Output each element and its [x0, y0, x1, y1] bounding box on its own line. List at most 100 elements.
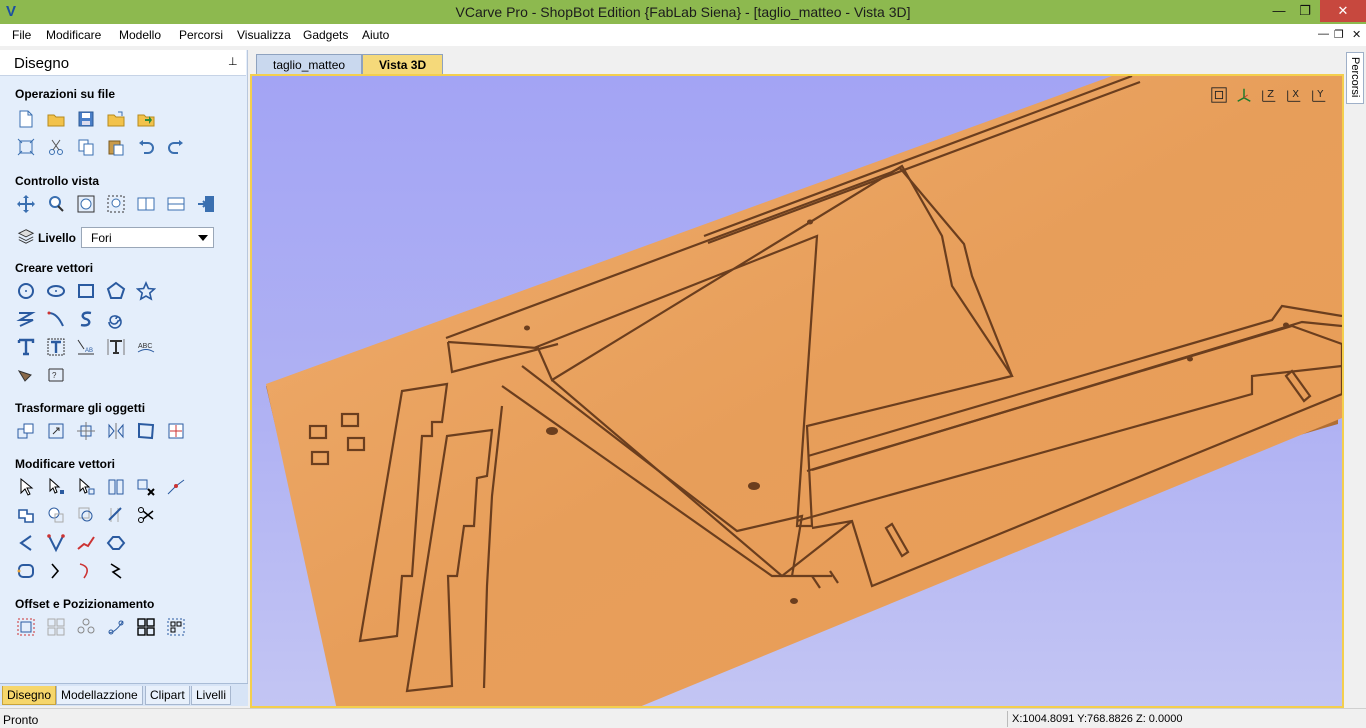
pin-icon[interactable]: ⊥: [228, 55, 238, 68]
select-pointer-icon[interactable]: [15, 476, 37, 498]
copy-icon[interactable]: [75, 136, 97, 158]
spiral-icon[interactable]: [105, 308, 127, 330]
job-setup-icon[interactable]: [15, 136, 37, 158]
text-on-curve-icon[interactable]: AB: [75, 336, 97, 358]
copy-along-icon[interactable]: [105, 616, 127, 638]
close-button[interactable]: ✕: [1320, 0, 1366, 22]
move-icon[interactable]: [15, 420, 37, 442]
curve-fit-icon[interactable]: [75, 560, 97, 582]
save-file-icon[interactable]: [75, 108, 97, 130]
intersect-icon[interactable]: [75, 504, 97, 526]
delete-nodes-icon[interactable]: [135, 476, 157, 498]
menu-aiuto[interactable]: Aiuto: [362, 28, 389, 42]
nesting-icon[interactable]: [135, 616, 157, 638]
undo-icon[interactable]: [135, 136, 157, 158]
tab-vista-3d[interactable]: Vista 3D: [362, 54, 444, 74]
array-copy-icon[interactable]: [45, 616, 67, 638]
layer-select[interactable]: Fori: [81, 227, 214, 248]
interactive-select-icon[interactable]: [75, 476, 97, 498]
smart-tools-icon[interactable]: [45, 532, 67, 554]
menu-modello[interactable]: Modello: [119, 28, 161, 42]
menu-bar: File Modificare Modello Percorsi Visuali…: [0, 24, 1366, 46]
board-surface: [266, 76, 1342, 706]
paste-icon[interactable]: [105, 136, 127, 158]
trim-icon[interactable]: [165, 476, 187, 498]
zoom-icon[interactable]: [45, 193, 67, 215]
circle-icon[interactable]: [15, 280, 37, 302]
node-edit-icon[interactable]: [45, 476, 67, 498]
offset-icon[interactable]: [15, 616, 37, 638]
join-vectors-icon[interactable]: [105, 476, 127, 498]
weld-icon[interactable]: [15, 504, 37, 526]
3d-viewport[interactable]: Z X Y: [250, 74, 1344, 708]
distort-icon[interactable]: [135, 420, 157, 442]
fill-pattern-icon[interactable]: [165, 616, 187, 638]
curve-icon[interactable]: [45, 308, 67, 330]
layout-view-icon[interactable]: [165, 193, 187, 215]
dimension-icon[interactable]: [15, 364, 37, 386]
circular-copy-icon[interactable]: [75, 616, 97, 638]
minimize-button[interactable]: —: [1264, 0, 1294, 22]
layers-icon: [17, 227, 35, 248]
tab-livelli[interactable]: Livelli: [191, 686, 232, 705]
front-view-x-icon[interactable]: X: [1283, 84, 1305, 106]
menu-gadgets[interactable]: Gadgets: [303, 28, 348, 42]
scale-icon[interactable]: [45, 420, 67, 442]
tab-taglio-matteo[interactable]: taglio_matteo: [256, 54, 363, 74]
open-file-icon[interactable]: [45, 108, 67, 130]
svg-text:ABC: ABC: [138, 343, 152, 350]
side-view-y-icon[interactable]: Y: [1308, 84, 1330, 106]
mdi-close-button[interactable]: ✕: [1352, 28, 1361, 41]
menu-percorsi[interactable]: Percorsi: [179, 28, 223, 42]
maximize-button[interactable]: ❐: [1292, 0, 1318, 22]
import-file-icon[interactable]: [135, 108, 157, 130]
menu-visualizza[interactable]: Visualizza: [237, 28, 291, 42]
tab-clipart[interactable]: Clipart: [145, 686, 190, 705]
new-file-icon[interactable]: [15, 108, 37, 130]
zoom-extents-icon[interactable]: [1208, 84, 1230, 106]
auto-text-icon[interactable]: [45, 336, 67, 358]
scissors-icon[interactable]: [135, 504, 157, 526]
polygon-icon[interactable]: [105, 280, 127, 302]
subtract-icon[interactable]: [45, 504, 67, 526]
pan-icon[interactable]: [15, 193, 37, 215]
split-view-icon[interactable]: [135, 193, 157, 215]
text-icon[interactable]: [15, 336, 37, 358]
polyline-icon[interactable]: [15, 308, 37, 330]
align-center-icon[interactable]: [165, 420, 187, 442]
iso-view-icon[interactable]: [1233, 84, 1255, 106]
ellipse-icon[interactable]: [45, 280, 67, 302]
3d-scene: [266, 76, 1342, 706]
measure-icon[interactable]: ?: [45, 364, 67, 386]
tab-disegno[interactable]: Disegno: [2, 686, 57, 705]
fillet-icon[interactable]: [105, 504, 127, 526]
open-template-icon[interactable]: [105, 108, 127, 130]
rectangle-icon[interactable]: [75, 280, 97, 302]
menu-file[interactable]: File: [12, 28, 31, 42]
toolpaths-side-tab[interactable]: Percorsi: [1346, 52, 1364, 104]
extend-icon[interactable]: [75, 532, 97, 554]
text-arc-icon[interactable]: ABC: [135, 336, 157, 358]
top-view-z-icon[interactable]: Z: [1258, 84, 1280, 106]
mdi-restore-button[interactable]: ❐: [1334, 28, 1344, 41]
reverse-icon[interactable]: [45, 560, 67, 582]
section-view-control: Controllo vista: [15, 174, 100, 188]
text-fit-icon[interactable]: [105, 336, 127, 358]
star-icon[interactable]: [135, 280, 157, 302]
mirror-icon[interactable]: [105, 420, 127, 442]
zoom-extents-icon[interactable]: [75, 193, 97, 215]
menu-modificare[interactable]: Modificare: [46, 28, 101, 42]
toggle-view-icon[interactable]: [195, 193, 217, 215]
zoom-selection-icon[interactable]: [105, 193, 127, 215]
rotate-icon[interactable]: [75, 420, 97, 442]
window-title: VCarve Pro - ShopBot Edition {FabLab Sie…: [455, 4, 911, 20]
redo-icon[interactable]: [165, 136, 187, 158]
tab-modellazzione[interactable]: Modellazzione: [56, 686, 143, 705]
cut-icon[interactable]: [45, 136, 67, 158]
smooth-icon[interactable]: [15, 560, 37, 582]
start-point-icon[interactable]: [105, 560, 127, 582]
spline-icon[interactable]: [75, 308, 97, 330]
mdi-minimize-button[interactable]: —: [1318, 28, 1329, 40]
chevron-left-icon[interactable]: [15, 532, 37, 554]
close-vector-icon[interactable]: [105, 532, 127, 554]
